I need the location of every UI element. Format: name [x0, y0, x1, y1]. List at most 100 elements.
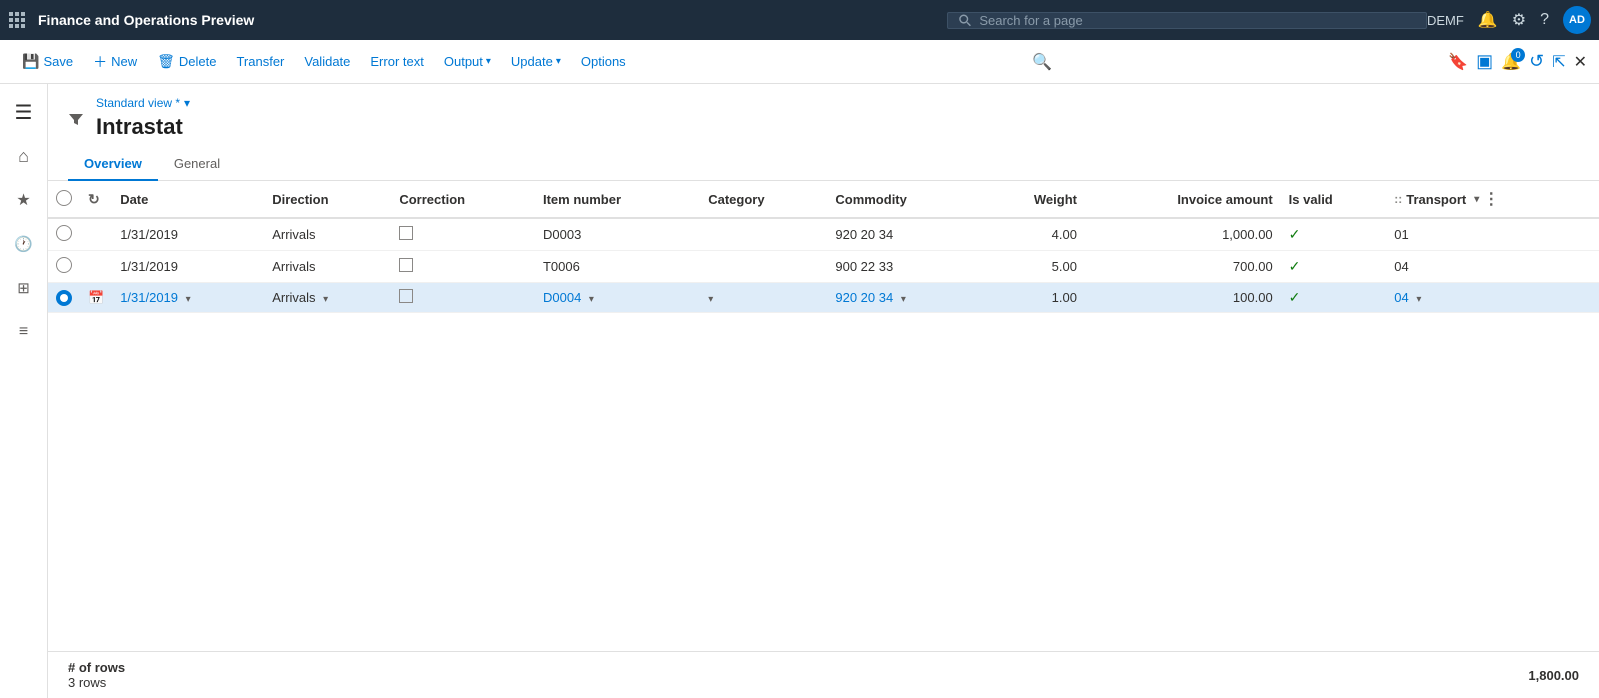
tabs: Overview General — [48, 148, 1599, 181]
row2-valid-check-icon: ✓ — [1289, 258, 1301, 274]
update-button[interactable]: Update ▾ — [501, 48, 571, 75]
table-row[interactable]: 1/31/2019 Arrivals D0003 920 20 34 4.00 … — [48, 218, 1599, 251]
row3-category-dropdown-icon[interactable]: ▾ — [708, 294, 713, 305]
notification-toolbar-icon[interactable]: 🔔0 — [1501, 52, 1521, 72]
col-header-category: Category — [700, 181, 827, 218]
close-toolbar-icon[interactable]: ✕ — [1574, 52, 1587, 72]
row3-item-dropdown-icon[interactable]: ▾ — [589, 294, 594, 305]
row1-commodity: 920 20 34 — [827, 218, 981, 251]
row1-direction: Arrivals — [264, 218, 391, 251]
row2-is-valid: ✓ — [1281, 251, 1387, 283]
transport-col-chevron-icon[interactable]: ▾ — [1474, 194, 1479, 205]
col-header-date: Date — [112, 181, 264, 218]
page-header: Standard view * ▾ Intrastat — [48, 84, 1599, 148]
view-selector[interactable]: Standard view * ▾ — [96, 96, 190, 110]
popout-toolbar-icon[interactable]: ⇱ — [1552, 52, 1565, 72]
command-bar: 💾 Save ＋ New 🗑 Delete Transfer Validate … — [0, 40, 1599, 84]
options-button[interactable]: Options — [571, 48, 636, 75]
validate-button[interactable]: Validate — [294, 48, 360, 75]
favorites-icon[interactable]: ★ — [4, 180, 44, 220]
help-icon[interactable]: ? — [1540, 11, 1549, 29]
row3-correction-checkbox[interactable] — [399, 289, 413, 303]
bookmark-toolbar-icon[interactable]: 🔖 — [1448, 52, 1468, 72]
error-text-button[interactable]: Error text — [360, 48, 433, 75]
new-button[interactable]: ＋ New — [83, 46, 147, 78]
list-icon[interactable]: ≡ — [4, 312, 44, 352]
recent-icon[interactable]: 🕐 — [4, 224, 44, 264]
delete-button[interactable]: 🗑 Delete — [147, 47, 226, 76]
row3-calendar-icon[interactable]: 📅 — [88, 290, 104, 305]
top-nav-right: DEMF 🔔 ⚙ ? AD — [1427, 6, 1591, 34]
select-all-circle[interactable] — [56, 190, 72, 206]
bell-icon[interactable]: 🔔 — [1478, 10, 1498, 30]
row3-date[interactable]: 1/31/2019 ▾ — [112, 283, 264, 313]
row3-date-dropdown-icon[interactable]: ▾ — [186, 294, 191, 305]
row2-refresh — [80, 251, 112, 283]
row1-refresh — [80, 218, 112, 251]
row3-direction-dropdown-icon[interactable]: ▾ — [323, 294, 328, 305]
row3-transport-dropdown-icon[interactable]: ▾ — [1416, 294, 1421, 305]
save-button[interactable]: 💾 Save — [12, 47, 83, 76]
search-icon — [958, 13, 971, 27]
row2-correction-checkbox[interactable] — [399, 258, 413, 272]
search-bar[interactable] — [947, 12, 1427, 29]
transport-col-more-icon[interactable]: ⋮ — [1483, 189, 1499, 209]
intrastat-table: ↻ Date Direction Correction Item number … — [48, 181, 1599, 313]
panel-toolbar-icon[interactable]: ▣ — [1476, 51, 1493, 72]
row2-item-number: T0006 — [535, 251, 700, 283]
save-icon: 💾 — [22, 53, 39, 70]
main-layout: ☰ ⌂ ★ 🕐 ⊞ ≡ Standard view * ▾ Intrastat — [0, 84, 1599, 698]
col-header-item-number: Item number — [535, 181, 700, 218]
footer-stats: # of rows 3 rows — [68, 660, 125, 690]
row3-correction[interactable] — [391, 283, 535, 313]
env-label: DEMF — [1427, 13, 1464, 28]
table-row[interactable]: 📅 1/31/2019 ▾ Arrivals ▾ — [48, 283, 1599, 313]
row1-date: 1/31/2019 — [112, 218, 264, 251]
settings-icon[interactable]: ⚙ — [1512, 10, 1526, 30]
tab-overview[interactable]: Overview — [68, 148, 158, 181]
col-header-transport: :: Transport ▾ ⋮ — [1386, 181, 1599, 218]
col-header-correction: Correction — [391, 181, 535, 218]
row1-correction[interactable] — [391, 218, 535, 251]
row3-category[interactable]: ▾ — [700, 283, 827, 313]
row3-commodity[interactable]: 920 20 34 ▾ — [827, 283, 981, 313]
table-row[interactable]: 1/31/2019 Arrivals T0006 900 22 33 5.00 … — [48, 251, 1599, 283]
search-input[interactable] — [979, 13, 1416, 28]
row2-invoice-amount: 700.00 — [1085, 251, 1281, 283]
row2-select-circle[interactable] — [56, 257, 72, 273]
dashboard-icon[interactable]: ⊞ — [4, 268, 44, 308]
search-cmd-icon[interactable]: 🔍 — [1026, 46, 1058, 78]
home-icon[interactable]: ⌂ — [4, 136, 44, 176]
transfer-button[interactable]: Transfer — [226, 48, 294, 75]
filter-icon[interactable] — [68, 112, 84, 133]
row1-select[interactable] — [48, 218, 80, 251]
row3-direction[interactable]: Arrivals ▾ — [264, 283, 391, 313]
row3-item-number[interactable]: D0004 ▾ — [535, 283, 700, 313]
col-header-invoice-amount: Invoice amount — [1085, 181, 1281, 218]
grid-apps-icon[interactable] — [8, 11, 26, 29]
row3-select-circle[interactable] — [56, 290, 72, 306]
row3-invoice-amount: 100.00 — [1085, 283, 1281, 313]
row3-select[interactable] — [48, 283, 80, 313]
row1-correction-checkbox[interactable] — [399, 226, 413, 240]
tab-general[interactable]: General — [158, 148, 236, 181]
row2-correction[interactable] — [391, 251, 535, 283]
refresh-toolbar-icon[interactable]: ↺ — [1529, 51, 1544, 72]
table-footer: # of rows 3 rows 1,800.00 — [48, 651, 1599, 698]
hamburger-icon[interactable]: ☰ — [4, 92, 44, 132]
output-button[interactable]: Output ▾ — [434, 48, 501, 75]
row3-transport[interactable]: 04 ▾ — [1386, 283, 1599, 313]
row3-commodity-dropdown-icon[interactable]: ▾ — [901, 294, 906, 305]
view-chevron-icon: ▾ — [184, 96, 190, 110]
table-container[interactable]: ↻ Date Direction Correction Item number … — [48, 181, 1599, 651]
row2-select[interactable] — [48, 251, 80, 283]
avatar[interactable]: AD — [1563, 6, 1591, 34]
page-title: Intrastat — [96, 114, 190, 140]
new-icon: ＋ — [93, 52, 107, 72]
col-drag-icon[interactable]: :: — [1394, 192, 1402, 206]
row2-weight: 5.00 — [981, 251, 1085, 283]
col-header-commodity: Commodity — [827, 181, 981, 218]
cmd-right-icons: 🔍 — [1026, 46, 1058, 78]
refresh-rows-icon[interactable]: ↻ — [88, 191, 100, 207]
row1-select-circle[interactable] — [56, 225, 72, 241]
